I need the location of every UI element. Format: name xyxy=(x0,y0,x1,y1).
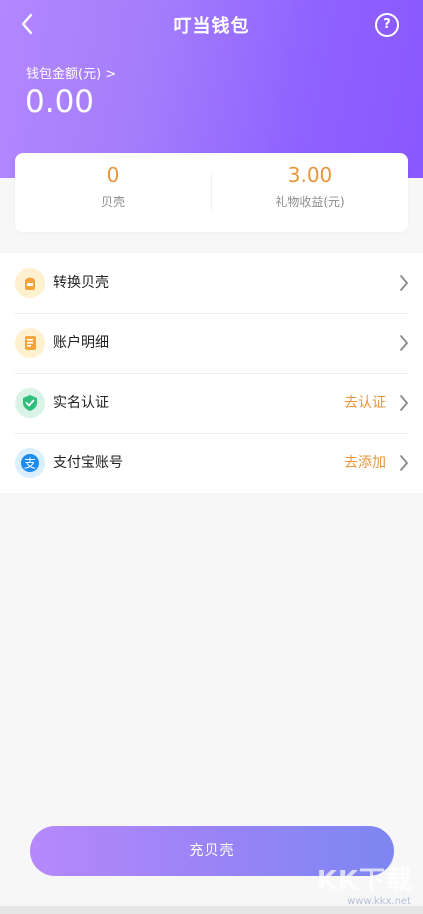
gift-income-value: 3.00 xyxy=(287,163,333,187)
chevron-right-icon xyxy=(400,455,408,471)
gift-income-label: 礼物收益(元) xyxy=(275,195,345,209)
verify-action-link[interactable]: 去认证 xyxy=(344,373,386,433)
menu-item-alipay-account[interactable]: 支 支付宝账号 去添加 xyxy=(0,433,423,493)
shells-stat[interactable]: 0 贝壳 xyxy=(15,163,211,210)
menu-item-real-name-verification[interactable]: 实名认证 去认证 xyxy=(0,373,423,433)
wallet-header: 叮当钱包 ? 钱包金额(元) > 0.00 xyxy=(0,0,423,178)
wallet-stats-card: 0 贝壳 3.00 礼物收益(元) xyxy=(15,153,408,232)
verified-shield-icon xyxy=(15,388,45,418)
menu-label: 转换贝壳 xyxy=(53,275,109,291)
account-details-icon xyxy=(15,328,45,358)
wallet-menu: 转换贝壳 账户明细 实名认证 去认证 支 支付宝账号 去添加 xyxy=(0,253,423,493)
gift-income-stat[interactable]: 3.00 礼物收益(元) xyxy=(212,163,408,210)
wallet-amount-value: 0.00 xyxy=(25,84,95,120)
chevron-right-icon xyxy=(400,275,408,291)
convert-shells-icon xyxy=(15,268,45,298)
help-icon[interactable]: ? xyxy=(375,13,399,37)
alipay-icon: 支 xyxy=(15,448,45,478)
shells-label: 贝壳 xyxy=(100,195,125,209)
menu-label: 账户明细 xyxy=(53,335,109,351)
page-title: 叮当钱包 xyxy=(173,16,250,37)
menu-label: 支付宝账号 xyxy=(53,455,123,471)
svg-text:支: 支 xyxy=(24,457,36,471)
wallet-amount-link[interactable]: 钱包金额(元) > xyxy=(26,63,116,82)
menu-item-account-details[interactable]: 账户明细 xyxy=(0,313,423,373)
bottom-edge-bar xyxy=(0,906,423,914)
watermark-logo: KK下载 xyxy=(316,866,413,896)
chevron-right-icon xyxy=(400,395,408,411)
menu-item-convert-shells[interactable]: 转换贝壳 xyxy=(0,253,423,313)
add-alipay-action-link[interactable]: 去添加 xyxy=(344,433,386,493)
shells-value: 0 xyxy=(106,163,120,187)
menu-label: 实名认证 xyxy=(53,395,109,411)
chevron-right-icon xyxy=(400,335,408,351)
